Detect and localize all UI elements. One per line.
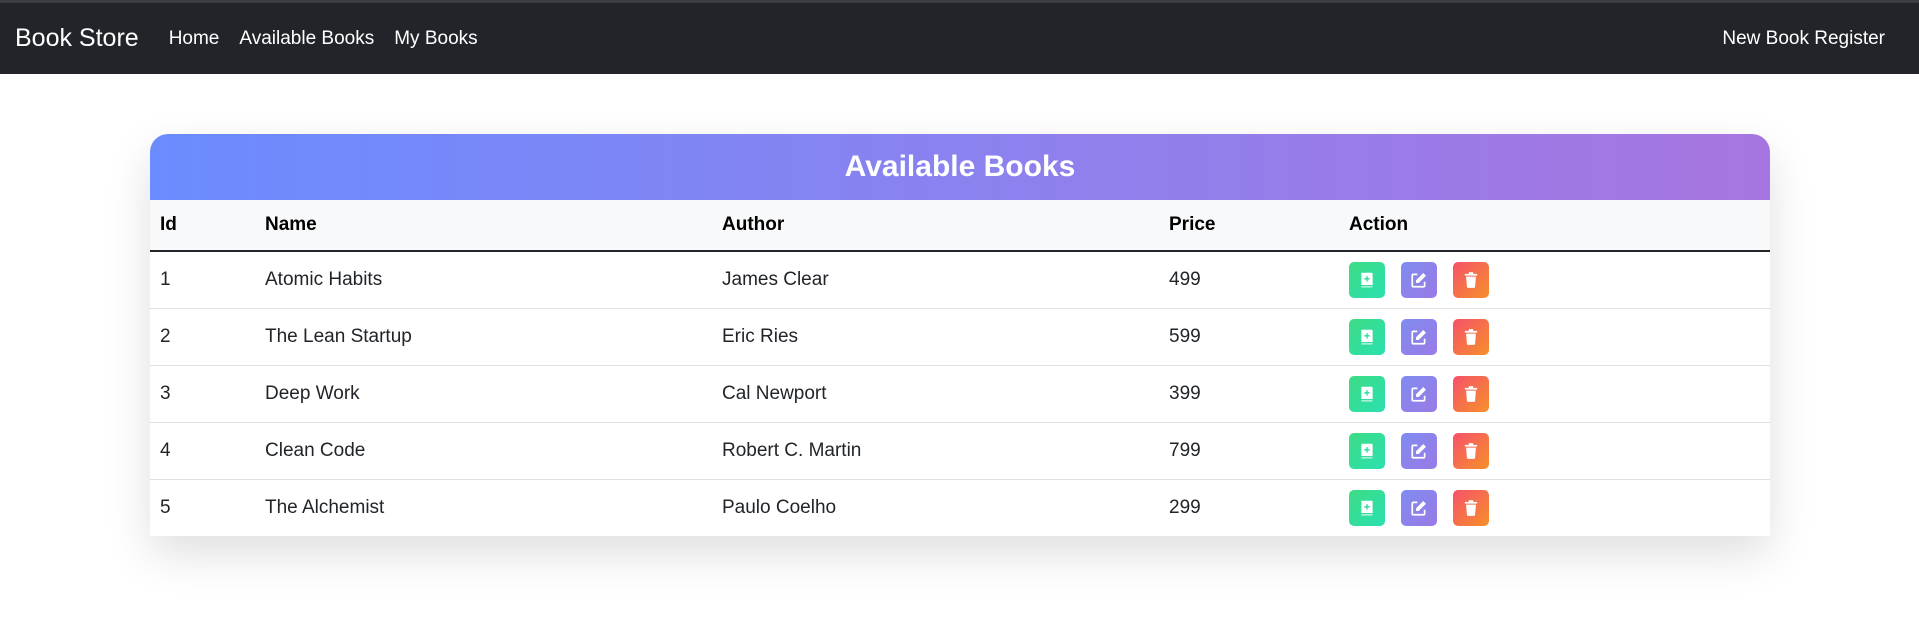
table-row: 5 The Alchemist Paulo Coelho 299 xyxy=(150,479,1770,536)
cell-name: Clean Code xyxy=(265,439,366,461)
cell-actions xyxy=(1339,308,1770,365)
book-plus-icon xyxy=(1358,499,1376,517)
cell-actions xyxy=(1339,365,1770,422)
cell-id: 3 xyxy=(160,382,171,404)
header-price: Price xyxy=(1169,214,1216,235)
row-actions xyxy=(1349,489,1760,526)
trash-icon xyxy=(1462,385,1480,403)
add-to-my-books-button[interactable] xyxy=(1349,489,1385,526)
cell-price: 299 xyxy=(1169,496,1201,518)
edit-icon xyxy=(1410,385,1428,403)
cell-id: 1 xyxy=(160,268,171,290)
book-plus-icon xyxy=(1358,442,1376,460)
cell-actions xyxy=(1339,422,1770,479)
header-name: Name xyxy=(265,214,317,235)
cell-actions xyxy=(1339,251,1770,308)
edit-button[interactable] xyxy=(1401,489,1437,526)
edit-button[interactable] xyxy=(1401,375,1437,412)
trash-icon xyxy=(1462,271,1480,289)
cell-price: 599 xyxy=(1169,325,1201,347)
cell-price: 499 xyxy=(1169,268,1201,290)
book-plus-icon xyxy=(1358,385,1376,403)
header-author: Author xyxy=(722,214,785,235)
delete-button[interactable] xyxy=(1453,318,1489,355)
cell-actions xyxy=(1339,479,1770,536)
delete-button[interactable] xyxy=(1453,432,1489,469)
books-card: Available Books Id Name Author Price Act… xyxy=(150,134,1770,536)
edit-button[interactable] xyxy=(1401,432,1437,469)
book-plus-icon xyxy=(1358,328,1376,346)
row-actions xyxy=(1349,318,1760,355)
edit-icon xyxy=(1410,442,1428,460)
delete-button[interactable] xyxy=(1453,489,1489,526)
delete-button[interactable] xyxy=(1453,261,1489,298)
table-header-row: Id Name Author Price Action xyxy=(150,200,1770,251)
cell-name: The Lean Startup xyxy=(265,325,412,347)
cell-price: 399 xyxy=(1169,382,1201,404)
row-actions xyxy=(1349,432,1760,469)
cell-author: James Clear xyxy=(722,268,829,290)
card-title: Available Books xyxy=(150,134,1770,200)
add-to-my-books-button[interactable] xyxy=(1349,318,1385,355)
trash-icon xyxy=(1462,328,1480,346)
nav-link-home[interactable]: Home xyxy=(169,28,220,50)
table-row: 3 Deep Work Cal Newport 399 xyxy=(150,365,1770,422)
edit-icon xyxy=(1410,499,1428,517)
row-actions xyxy=(1349,375,1760,412)
cell-name: The Alchemist xyxy=(265,496,385,518)
edit-button[interactable] xyxy=(1401,318,1437,355)
nav-links: Home Available Books My Books xyxy=(169,28,498,50)
navbar: Book Store Home Available Books My Books… xyxy=(0,3,1919,74)
cell-price: 799 xyxy=(1169,439,1201,461)
table-row: 4 Clean Code Robert C. Martin 799 xyxy=(150,422,1770,479)
brand-link[interactable]: Book Store xyxy=(15,24,139,53)
new-book-register-link[interactable]: New Book Register xyxy=(1722,28,1885,50)
add-to-my-books-button[interactable] xyxy=(1349,432,1385,469)
header-id: Id xyxy=(160,214,177,235)
cell-author: Cal Newport xyxy=(722,382,827,404)
cell-name: Atomic Habits xyxy=(265,268,383,290)
edit-icon xyxy=(1410,271,1428,289)
edit-icon xyxy=(1410,328,1428,346)
nav-link-my-books[interactable]: My Books xyxy=(394,28,477,50)
cell-name: Deep Work xyxy=(265,382,360,404)
trash-icon xyxy=(1462,442,1480,460)
cell-author: Eric Ries xyxy=(722,325,799,347)
books-table: Id Name Author Price Action 1 Atomic Habi… xyxy=(150,200,1770,536)
header-action: Action xyxy=(1349,214,1409,235)
edit-button[interactable] xyxy=(1401,261,1437,298)
add-to-my-books-button[interactable] xyxy=(1349,375,1385,412)
book-plus-icon xyxy=(1358,271,1376,289)
trash-icon xyxy=(1462,499,1480,517)
table-row: 2 The Lean Startup Eric Ries 599 xyxy=(150,308,1770,365)
delete-button[interactable] xyxy=(1453,375,1489,412)
add-to-my-books-button[interactable] xyxy=(1349,261,1385,298)
cell-author: Paulo Coelho xyxy=(722,496,837,518)
cell-author: Robert C. Martin xyxy=(722,439,862,461)
nav-link-available-books[interactable]: Available Books xyxy=(239,28,374,50)
cell-id: 5 xyxy=(160,496,171,518)
row-actions xyxy=(1349,261,1760,298)
cell-id: 2 xyxy=(160,325,171,347)
cell-id: 4 xyxy=(160,439,171,461)
table-row: 1 Atomic Habits James Clear 499 xyxy=(150,251,1770,308)
